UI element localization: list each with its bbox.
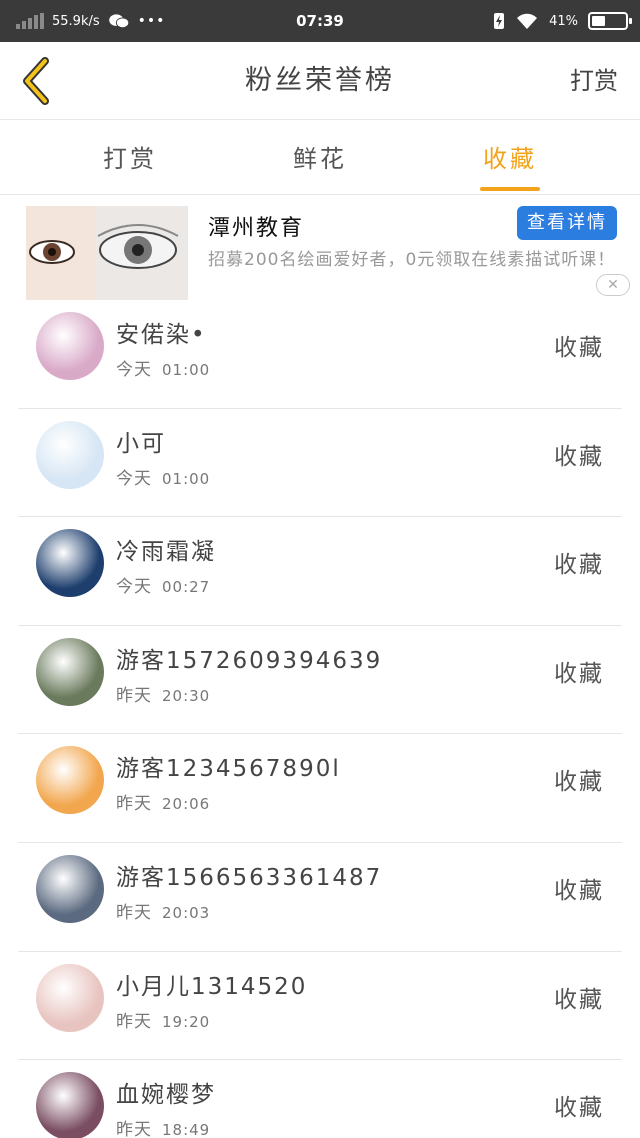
avatar [36,420,104,489]
avatar [36,854,104,923]
fan-name: 小可 [116,430,166,457]
battery-fill [592,16,606,26]
fan-time: 今天 01:00 [116,355,210,380]
list-item[interactable]: 小可 今天 01:00 收藏 [18,409,622,518]
avatar [36,746,104,815]
fan-day: 今天 [116,468,152,489]
ad-description: 招募200名绘画爱好者，0元领取在线素描试听课！ [208,250,616,270]
fan-clock: 19:20 [162,1012,211,1031]
list-item[interactable]: 血婉樱梦 昨天 18:49 收藏 [18,1060,622,1138]
fan-action: 收藏 [554,552,604,579]
fan-action: 收藏 [554,986,604,1013]
avatar [36,312,104,380]
page-title: 粉丝荣誉榜 [245,65,395,96]
fan-list: 安偌染• 今天 01:00 收藏 小可 今天 01:00 收藏 冷雨霜凝 今天 00:… [18,300,622,1138]
fan-time: 昨天 19:20 [116,1007,210,1032]
fan-time: 昨天 20:30 [116,681,210,706]
fan-name: 安偌染• [116,322,207,348]
ad-image [26,206,188,300]
fan-action: 收藏 [554,335,604,361]
fan-day: 今天 [116,577,152,598]
fan-day: 昨天 [116,1011,152,1032]
fan-clock: 01:00 [162,469,211,488]
tab-bar: 打赏 鲜花 收藏 [0,121,640,195]
fan-clock: 20:30 [162,686,211,705]
fan-clock: 00:27 [162,578,211,597]
tab-reward[interactable]: 打赏 [70,121,190,195]
fan-name: 游客1234567890l [116,756,341,783]
fan-time: 今天 00:27 [116,572,210,597]
fan-time: 昨天 18:49 [116,1115,210,1138]
tab-favorites[interactable]: 收藏 [450,121,570,195]
eye-sketch-image [26,206,188,300]
battery-icon [588,12,632,30]
list-item[interactable]: 冷雨霜凝 今天 00:27 收藏 [18,517,622,626]
fan-time: 昨天 20:03 [116,898,210,923]
fan-action: 收藏 [554,877,604,904]
close-icon[interactable]: ✕ [596,274,630,296]
fan-name: 血婉樱梦 [116,1082,216,1109]
ad-detail-button[interactable]: 查看详情 [517,206,617,240]
tab-flowers[interactable]: 鲜花 [260,121,380,195]
ad-banner[interactable]: 潭州教育 查看详情 招募200名绘画爱好者，0元领取在线素描试听课！ [0,196,640,304]
list-item[interactable]: 安偌染• 今天 01:00 收藏 [18,300,622,409]
list-item[interactable]: 游客1234567890l 昨天 20:06 收藏 [18,734,622,843]
fan-action: 收藏 [554,443,604,470]
charging-icon [494,13,505,29]
fan-name: 游客1566563361487 [116,864,383,891]
fan-clock: 18:49 [162,1121,211,1138]
fan-day: 昨天 [116,794,152,815]
reward-button[interactable]: 打赏 [570,42,618,120]
avatar [36,963,104,1032]
fan-name: 小月儿1314520 [116,973,308,1000]
fan-clock: 20:06 [162,795,211,814]
fan-action: 收藏 [554,660,604,687]
list-item[interactable]: 游客1566563361487 昨天 20:03 收藏 [18,843,622,952]
fan-action: 收藏 [554,769,604,796]
ad-title: 潭州教育 [208,216,305,241]
status-bar: 55.9k/s ••• 07:39 41% [0,0,640,42]
fan-time: 昨天 20:06 [116,789,210,814]
fan-name: 冷雨霜凝 [116,539,216,566]
fan-clock: 01:00 [162,361,211,379]
list-item[interactable]: 游客1572609394639 昨天 20:30 收藏 [18,626,622,735]
status-right: 41% [493,0,632,42]
fan-time: 今天 01:00 [116,464,210,489]
fan-name: 游客1572609394639 [116,647,383,674]
avatar [36,1072,104,1138]
fan-day: 今天 [116,360,152,380]
fan-day: 昨天 [116,1120,152,1138]
fan-day: 昨天 [116,685,152,706]
avatar [36,529,104,598]
fan-clock: 20:03 [162,903,211,922]
avatar [36,637,104,706]
fan-action: 收藏 [554,1095,604,1122]
list-item[interactable]: 小月儿1314520 昨天 19:20 收藏 [18,952,622,1061]
battery-percent: 41% [549,13,578,29]
nav-bar: 粉丝荣誉榜 打赏 [0,42,640,120]
fan-day: 昨天 [116,902,152,923]
wifi-icon [517,13,538,29]
